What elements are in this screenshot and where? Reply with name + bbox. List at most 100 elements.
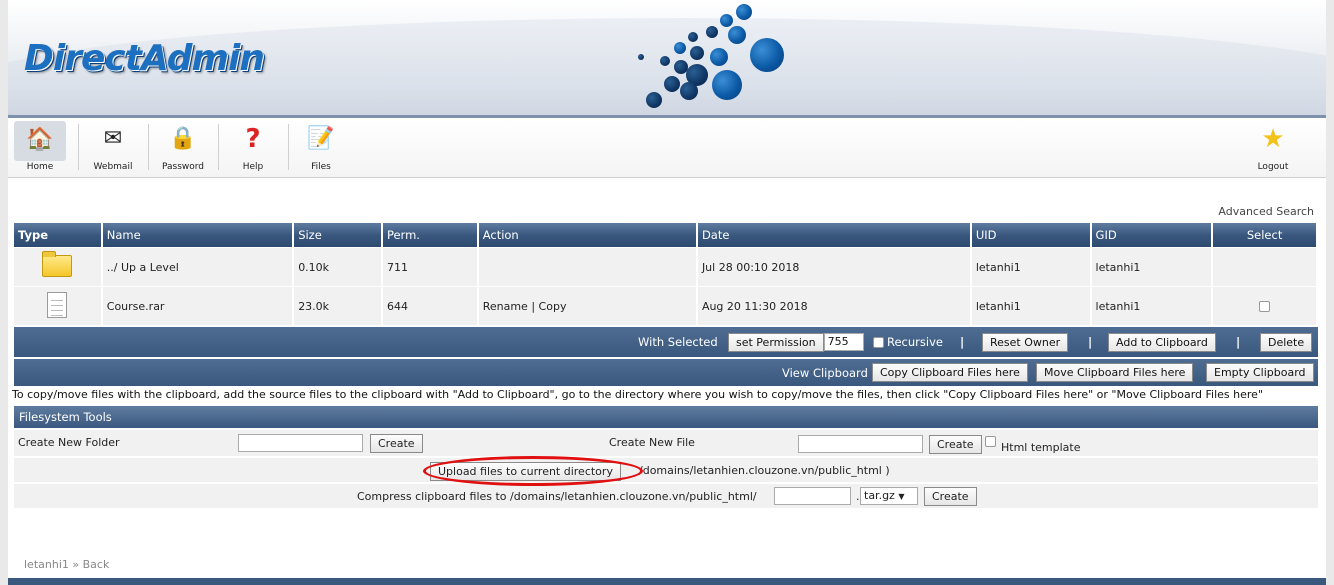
highlight-oval-annotation bbox=[423, 456, 643, 486]
toolbar-help[interactable]: ? Help bbox=[220, 120, 286, 176]
row-date: Jul 28 00:10 2018 bbox=[697, 248, 970, 286]
view-clipboard-link[interactable]: View Clipboard bbox=[782, 359, 868, 386]
directadmin-logo[interactable]: DirectAdmin bbox=[24, 38, 265, 79]
bottom-bar bbox=[8, 578, 1326, 585]
breadcrumb: letanhi1 » Back bbox=[24, 558, 109, 571]
row-gid: letanhi1 bbox=[1091, 287, 1212, 325]
row-perm[interactable]: 644 bbox=[382, 287, 477, 325]
toolbar-password-label: Password bbox=[161, 162, 205, 172]
col-select: Select bbox=[1213, 223, 1316, 247]
toolbar-webmail-label: Webmail bbox=[93, 162, 133, 172]
row-name[interactable]: ../ Up a Level bbox=[102, 248, 293, 286]
separator: | bbox=[960, 335, 965, 349]
upload-path-text: /domains/letanhien.clouzone.vn/public_ht… bbox=[639, 464, 890, 477]
toolbar-password[interactable]: 🔒 Password bbox=[150, 120, 216, 176]
mail-icon: ✉ bbox=[103, 126, 123, 151]
create-folder-button[interactable]: Create bbox=[370, 434, 423, 453]
rename-link[interactable]: Rename bbox=[483, 300, 528, 313]
col-date[interactable]: Date bbox=[697, 223, 970, 247]
toolbar-logout-label: Logout bbox=[1257, 162, 1289, 172]
recursive-group: Recursive bbox=[873, 327, 943, 357]
col-gid[interactable]: GID bbox=[1091, 223, 1212, 247]
toolbar-home-label: Home bbox=[26, 162, 54, 172]
chevron-down-icon: ▼ bbox=[898, 492, 905, 501]
html-template-checkbox[interactable] bbox=[985, 436, 996, 447]
separator: | bbox=[1088, 335, 1093, 349]
action-separator: | bbox=[531, 299, 536, 313]
recursive-label: Recursive bbox=[887, 335, 943, 349]
folder-icon[interactable] bbox=[42, 250, 73, 277]
with-selected-label: With Selected bbox=[638, 335, 718, 349]
bubbles-logo-icon bbox=[624, 0, 804, 115]
create-folder-input[interactable] bbox=[238, 434, 363, 452]
table-header-row: Type Name Size Perm. Action Date UID GID… bbox=[14, 223, 1316, 247]
table-row: Course.rar 23.0k 644 Rename | Copy Aug 2… bbox=[14, 287, 1316, 325]
separator: | bbox=[1236, 335, 1241, 349]
with-selected-bar: With Selected set Permission 755 Recursi… bbox=[14, 327, 1318, 357]
page-frame: DirectAdmin 🏠 Home ✉ Webmail 🔒 Password … bbox=[8, 0, 1326, 585]
compress-ext-select[interactable]: tar.gz ▼ bbox=[860, 487, 918, 505]
row-perm: 711 bbox=[382, 248, 477, 286]
delete-button[interactable]: Delete bbox=[1260, 332, 1313, 352]
upload-row: Upload files to current directory /domai… bbox=[14, 458, 1318, 482]
col-uid[interactable]: UID bbox=[971, 223, 1090, 247]
create-file-input[interactable] bbox=[798, 435, 923, 453]
star-icon: ★ bbox=[1261, 124, 1285, 154]
clipboard-hint-text: To copy/move files with the clipboard, a… bbox=[12, 388, 1263, 401]
table-row: ../ Up a Level 0.10k 711 Jul 28 00:10 20… bbox=[14, 248, 1316, 286]
col-size[interactable]: Size bbox=[294, 223, 381, 247]
compress-create-button[interactable]: Create bbox=[924, 487, 977, 506]
compress-ext-value: tar.gz bbox=[864, 489, 895, 502]
row-name[interactable]: Course.rar bbox=[102, 287, 293, 325]
row-date: Aug 20 11:30 2018 bbox=[697, 287, 970, 325]
advanced-search-link[interactable]: Advanced Search bbox=[1218, 205, 1314, 218]
toolbar-files[interactable]: 📝 Files bbox=[288, 120, 354, 176]
permission-input[interactable]: 755 bbox=[823, 333, 864, 351]
row-gid: letanhi1 bbox=[1091, 248, 1212, 286]
toolbar-home-label-wrap[interactable]: Home bbox=[12, 120, 68, 176]
col-name[interactable]: Name bbox=[102, 223, 293, 247]
row-size: 23.0k bbox=[294, 287, 381, 325]
row-select bbox=[1213, 248, 1316, 286]
lock-icon: 🔒 bbox=[169, 126, 197, 151]
main-toolbar: 🏠 Home ✉ Webmail 🔒 Password ? Help 📝 Fil… bbox=[8, 118, 1326, 178]
add-to-clipboard-button[interactable]: Add to Clipboard bbox=[1108, 332, 1216, 352]
header-banner: DirectAdmin bbox=[8, 0, 1326, 118]
toolbar-logout[interactable]: ★ Logout bbox=[1240, 120, 1306, 176]
toolbar-help-label: Help bbox=[242, 162, 264, 172]
empty-clipboard-button[interactable]: Empty Clipboard bbox=[1206, 363, 1314, 382]
row-select-checkbox[interactable] bbox=[1259, 301, 1271, 312]
breadcrumb-back[interactable]: Back bbox=[83, 558, 110, 571]
breadcrumb-user[interactable]: letanhi1 bbox=[24, 558, 69, 571]
row-select bbox=[1213, 287, 1316, 325]
create-folder-label: Create New Folder bbox=[18, 436, 120, 449]
set-permission-group: set Permission 755 bbox=[728, 327, 864, 357]
toolbar-webmail[interactable]: ✉ Webmail bbox=[80, 120, 146, 176]
copy-link[interactable]: Copy bbox=[539, 300, 567, 313]
col-type[interactable]: Type bbox=[14, 223, 101, 247]
file-icon[interactable] bbox=[47, 291, 68, 318]
compress-filename-input[interactable] bbox=[774, 487, 851, 505]
row-uid: letanhi1 bbox=[971, 287, 1090, 325]
filesystem-tools-header: Filesystem Tools bbox=[14, 406, 1318, 428]
breadcrumb-sep: » bbox=[72, 558, 80, 571]
col-action: Action bbox=[478, 223, 696, 247]
move-clipboard-files-button[interactable]: Move Clipboard Files here bbox=[1036, 363, 1194, 382]
set-permission-button[interactable]: set Permission bbox=[728, 332, 824, 352]
row-action: Rename | Copy bbox=[478, 287, 696, 325]
row-type-cell[interactable] bbox=[14, 248, 101, 286]
html-template-label: Html template bbox=[1001, 441, 1081, 454]
col-perm[interactable]: Perm. bbox=[382, 223, 477, 247]
create-file-button[interactable]: Create bbox=[929, 435, 982, 454]
create-file-label: Create New File bbox=[609, 436, 695, 449]
row-action bbox=[478, 248, 696, 286]
create-row: Create New Folder Create Create New File… bbox=[14, 430, 1318, 456]
reset-owner-button[interactable]: Reset Owner bbox=[982, 332, 1069, 352]
recursive-checkbox[interactable] bbox=[873, 336, 884, 348]
row-type-cell[interactable] bbox=[14, 287, 101, 325]
clipboard-bar: View Clipboard Copy Clipboard Files here… bbox=[14, 359, 1318, 386]
compress-dot: . bbox=[856, 490, 860, 503]
row-uid: letanhi1 bbox=[971, 248, 1090, 286]
copy-clipboard-files-button[interactable]: Copy Clipboard Files here bbox=[872, 363, 1028, 382]
compress-row: Compress clipboard files to /domains/let… bbox=[14, 484, 1318, 508]
